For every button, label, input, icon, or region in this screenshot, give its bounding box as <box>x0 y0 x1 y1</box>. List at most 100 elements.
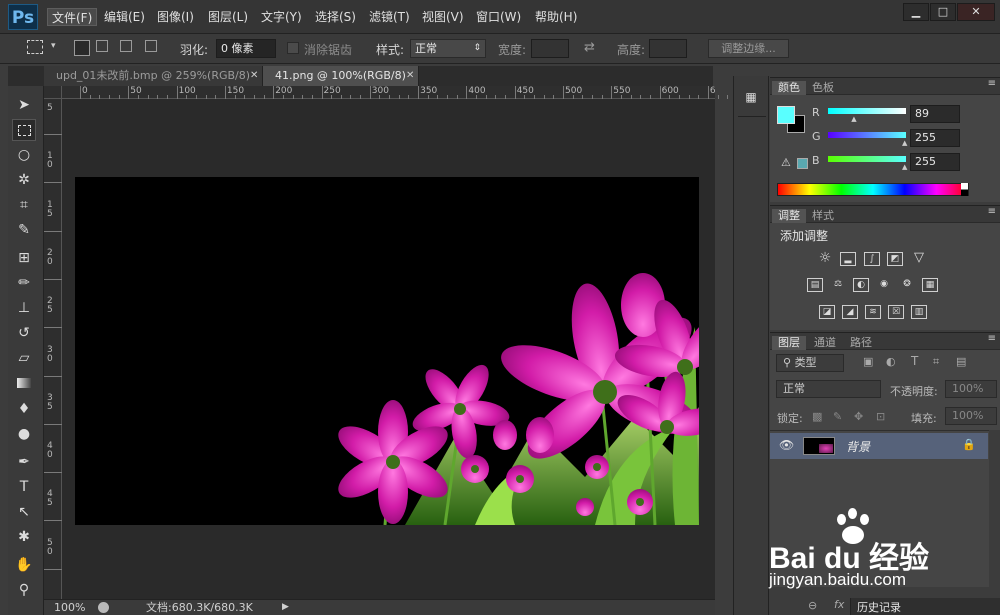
tab-doc-2[interactable]: 41.png @ 100%(RGB/8) ✕ <box>263 66 419 86</box>
close-icon[interactable]: ✕ <box>250 66 258 86</box>
marquee-preset-icon[interactable] <box>27 40 43 54</box>
rect-marquee-tool-icon[interactable] <box>12 119 36 141</box>
style-select[interactable]: 正常 ⇕ <box>410 39 486 58</box>
filter-smart-icon[interactable]: ▤ <box>956 355 966 368</box>
green-value-input[interactable]: 255 <box>910 129 960 147</box>
menu-view[interactable]: 视图(V) <box>418 8 468 26</box>
zoom-tool-icon[interactable]: ⚲ <box>12 579 36 601</box>
hand-tool-icon[interactable]: ✋ <box>12 554 36 576</box>
blur-tool-icon[interactable]: ♦ <box>12 398 36 420</box>
height-input[interactable] <box>649 39 687 58</box>
lasso-tool-icon[interactable]: ○ <box>12 144 36 166</box>
channel-mixer-icon[interactable]: ❂ <box>899 278 915 292</box>
document-canvas[interactable] <box>75 177 699 525</box>
blue-value-input[interactable]: 255 <box>910 153 960 171</box>
blend-mode-select[interactable]: 正常 <box>776 380 881 398</box>
status-menu-arrow-icon[interactable]: ▶ <box>282 600 289 615</box>
swap-icon[interactable]: ⇄ <box>584 40 595 55</box>
add-selection-icon[interactable] <box>96 40 108 52</box>
photo-filter-icon[interactable]: ◉ <box>876 278 892 292</box>
color-ramp[interactable] <box>777 183 969 196</box>
green-slider[interactable] <box>828 132 906 138</box>
lock-position-icon[interactable]: ✥ <box>854 410 863 423</box>
hue-saturation-icon[interactable]: ▤ <box>807 278 823 292</box>
magic-wand-tool-icon[interactable]: ✲ <box>12 169 36 191</box>
filter-type-icon[interactable]: T <box>911 354 918 368</box>
tab-paths[interactable]: 路径 <box>844 336 878 350</box>
close-button[interactable]: ✕ <box>957 3 995 21</box>
selective-color-icon[interactable]: ☒ <box>888 305 904 319</box>
black-white-icon[interactable]: ◐ <box>853 278 869 292</box>
filter-pixel-icon[interactable]: ▣ <box>863 355 873 368</box>
menu-file[interactable]: 文件(F) <box>47 8 98 26</box>
gradient-tool-icon[interactable] <box>12 372 36 394</box>
color-lookup-icon[interactable]: ▦ <box>922 278 938 292</box>
fill-input[interactable]: 100% <box>945 407 997 425</box>
curves-icon[interactable]: ∫ <box>864 252 880 266</box>
status-info-icon[interactable] <box>98 602 109 613</box>
intersect-selection-icon[interactable] <box>145 40 157 52</box>
minimize-button[interactable]: ▁ <box>903 3 929 21</box>
menu-window[interactable]: 窗口(W) <box>472 8 525 26</box>
layers-scrollbar[interactable] <box>989 430 1000 588</box>
history-panel-icon[interactable]: ▦ <box>743 90 759 106</box>
eyedropper-tool-icon[interactable]: ✎ <box>12 219 36 241</box>
move-tool-icon[interactable]: ➤ <box>12 94 36 116</box>
tab-adjustments[interactable]: 调整 <box>772 209 806 223</box>
filter-shape-icon[interactable]: ⌗ <box>933 355 939 369</box>
layer-name[interactable]: 背景 <box>846 438 870 455</box>
clone-stamp-tool-icon[interactable]: ⊥ <box>12 297 36 319</box>
lock-all-icon[interactable]: ⊡ <box>876 410 885 423</box>
filter-adjustment-icon[interactable]: ◐ <box>886 355 896 368</box>
brush-tool-icon[interactable]: ✏ <box>12 272 36 294</box>
crop-tool-icon[interactable]: ⌗ <box>12 194 36 216</box>
ruler-origin[interactable] <box>44 86 62 99</box>
lock-transparent-icon[interactable]: ▩ <box>812 410 822 423</box>
gamut-color-swatch[interactable] <box>797 158 808 169</box>
shape-tool-icon[interactable]: ✱ <box>12 526 36 548</box>
invert-icon[interactable]: ◪ <box>819 305 835 319</box>
tab-layers[interactable]: 图层 <box>772 336 806 350</box>
posterize-icon[interactable]: ◢ <box>842 305 858 319</box>
path-selection-tool-icon[interactable]: ↖ <box>12 501 36 523</box>
exposure-icon[interactable]: ◩ <box>887 252 903 266</box>
eye-visibility-icon[interactable]: 👁 <box>779 438 794 452</box>
gradient-map-icon[interactable]: ▥ <box>911 305 927 319</box>
menu-layer[interactable]: 图层(L) <box>204 8 252 26</box>
refine-edge-button[interactable]: 调整边缘... <box>708 39 789 58</box>
chevron-down-icon[interactable]: ▾ <box>51 41 56 51</box>
lock-image-icon[interactable]: ✎ <box>833 410 842 423</box>
color-balance-icon[interactable]: ⚖ <box>830 278 846 292</box>
menu-type[interactable]: 文字(Y) <box>257 8 306 26</box>
pen-tool-icon[interactable]: ✒ <box>12 451 36 473</box>
new-selection-icon[interactable] <box>74 40 90 56</box>
subtract-selection-icon[interactable] <box>120 40 132 52</box>
menu-edit[interactable]: 编辑(E) <box>100 8 149 26</box>
antialias-checkbox[interactable] <box>287 42 299 54</box>
feather-input[interactable]: 0 像素 <box>216 39 276 58</box>
tab-swatches[interactable]: 色板 <box>806 81 840 95</box>
panel-menu-icon[interactable]: ≡ <box>988 333 996 344</box>
tab-color[interactable]: 颜色 <box>772 81 806 95</box>
type-tool-icon[interactable]: T <box>12 476 36 498</box>
layer-filter-select[interactable]: ⚲ 类型 <box>776 354 844 372</box>
red-slider-thumb[interactable]: ▲ <box>851 115 856 123</box>
dodge-tool-icon[interactable]: ● <box>12 423 36 445</box>
black-white-swatch[interactable] <box>961 183 968 196</box>
blue-slider[interactable] <box>828 156 906 162</box>
green-slider-thumb[interactable]: ▲ <box>902 139 907 147</box>
zoom-level[interactable]: 100% <box>54 600 85 615</box>
menu-image[interactable]: 图像(I) <box>153 8 198 26</box>
opacity-input[interactable]: 100% <box>945 380 997 398</box>
red-value-input[interactable]: 89 <box>910 105 960 123</box>
brightness-icon[interactable]: ☼ <box>817 251 833 266</box>
threshold-icon[interactable]: ≋ <box>865 305 881 319</box>
tab-styles[interactable]: 样式 <box>806 209 840 223</box>
red-slider[interactable] <box>828 108 906 114</box>
width-input[interactable] <box>531 39 569 58</box>
menu-help[interactable]: 帮助(H) <box>531 8 581 26</box>
panel-menu-icon[interactable]: ≡ <box>988 206 996 217</box>
close-icon[interactable]: ✕ <box>406 66 414 86</box>
vibrance-icon[interactable]: ▽ <box>911 251 927 266</box>
tab-doc-1[interactable]: upd_01未改前.bmp @ 259%(RGB/8) ✕ <box>44 66 263 86</box>
